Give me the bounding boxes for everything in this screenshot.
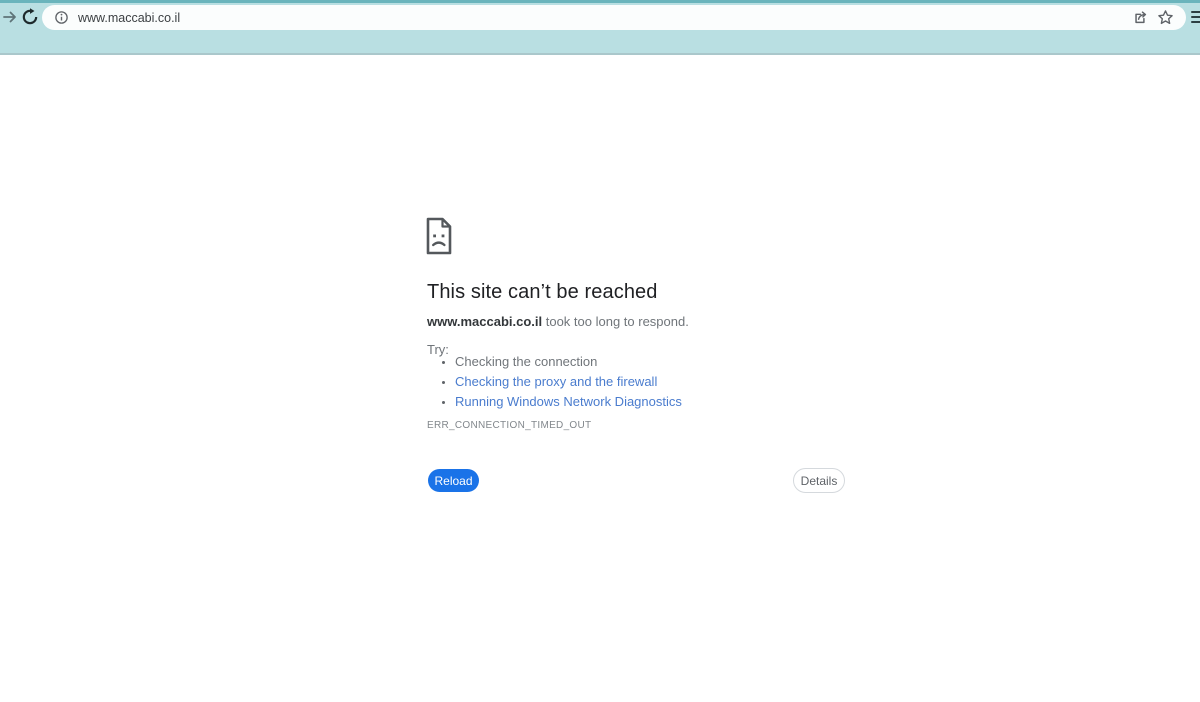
error-title: This site can’t be reached	[427, 281, 658, 303]
reload-page-button[interactable]: Reload	[428, 469, 479, 492]
sad-file-icon	[425, 217, 453, 255]
bookmark-star-icon[interactable]	[1157, 9, 1174, 26]
suggestion-network-diagnostics-link[interactable]: Running Windows Network Diagnostics	[455, 393, 682, 410]
error-code: ERR_CONNECTION_TIMED_OUT	[427, 420, 592, 431]
url-text[interactable]: www.maccabi.co.il	[78, 11, 1132, 25]
forward-button[interactable]	[1, 8, 19, 26]
menu-icon[interactable]	[1191, 11, 1200, 25]
error-host: www.maccabi.co.il	[427, 314, 543, 329]
suggestion-check-proxy-firewall-link[interactable]: Checking the proxy and the firewall	[455, 373, 682, 390]
error-subtitle: www.maccabi.co.il took too long to respo…	[427, 314, 689, 329]
reload-icon	[22, 8, 38, 25]
address-bar[interactable]: www.maccabi.co.il	[42, 5, 1186, 30]
details-button[interactable]: Details	[793, 468, 845, 493]
forward-icon	[3, 11, 16, 23]
site-info-icon[interactable]	[54, 10, 69, 25]
browser-toolbar: www.maccabi.co.il	[0, 0, 1200, 53]
suggestion-check-connection: Checking the connection	[455, 353, 682, 370]
suggestion-list: Checking the connection Checking the pro…	[427, 353, 682, 413]
reload-button[interactable]	[21, 8, 39, 26]
window-frame-strip	[0, 0, 1200, 3]
error-message-rest: took too long to respond.	[542, 314, 689, 329]
error-page: This site can’t be reached www.maccabi.c…	[0, 55, 1200, 702]
share-icon[interactable]	[1132, 9, 1149, 26]
